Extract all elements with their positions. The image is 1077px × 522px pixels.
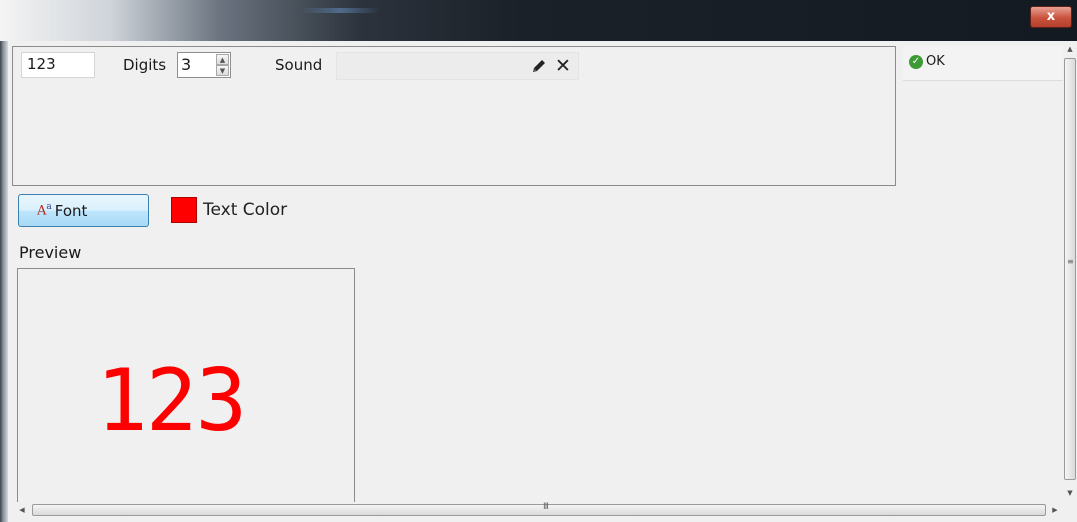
horizontal-scrollbar[interactable]: ◀ III ▶	[14, 502, 1063, 519]
scroll-down-arrow[interactable]: ▼	[1063, 485, 1077, 501]
ok-button[interactable]: ✓ OK	[909, 54, 945, 69]
font-icon: Aa	[37, 202, 52, 219]
vertical-scrollbar[interactable]: ▲ ≡ ▼	[1063, 41, 1077, 501]
vertical-scroll-thumb[interactable]: ≡	[1064, 58, 1076, 480]
sound-field[interactable]: ✕	[336, 52, 579, 80]
preview-label: Preview	[19, 243, 82, 262]
titlebar-highlight	[300, 8, 380, 13]
text-color-swatch[interactable]	[171, 197, 197, 223]
sound-label: Sound	[275, 56, 323, 74]
digits-label: Digits	[123, 56, 167, 74]
clear-sound-icon[interactable]: ✕	[555, 56, 571, 76]
scroll-right-arrow[interactable]: ▶	[1047, 502, 1063, 519]
scroll-up-arrow[interactable]: ▲	[1063, 41, 1077, 57]
digits-stepper[interactable]: 3 ▲ ▼	[177, 52, 231, 78]
preview-box: 123	[17, 268, 355, 504]
font-button-label: Font	[54, 201, 88, 220]
pencil-icon[interactable]	[531, 58, 547, 74]
stepper-down-button[interactable]: ▼	[216, 65, 229, 76]
check-circle-icon: ✓	[909, 54, 923, 69]
stepper-up-button[interactable]: ▲	[216, 54, 229, 65]
settings-panel: 123 Digits 3 ▲ ▼ Sound ✕	[12, 46, 896, 186]
window-left-edge	[0, 41, 8, 522]
number-input[interactable]: 123	[21, 52, 95, 78]
window-titlebar: x	[0, 0, 1077, 41]
scroll-grip-icon: III	[543, 502, 549, 512]
window-close-button[interactable]: x	[1030, 6, 1072, 28]
font-button[interactable]: Aa Font	[18, 194, 149, 227]
digits-value: 3	[181, 55, 192, 74]
preview-text: 123	[96, 351, 247, 451]
text-color-label[interactable]: Text Color	[203, 200, 287, 220]
scroll-left-arrow[interactable]: ◀	[14, 502, 30, 519]
ok-button-label: OK	[926, 54, 945, 69]
ok-panel: ✓ OK	[903, 46, 1063, 81]
horizontal-scroll-thumb[interactable]: III	[32, 502, 1046, 516]
scroll-grip-icon: ≡	[1067, 257, 1074, 266]
